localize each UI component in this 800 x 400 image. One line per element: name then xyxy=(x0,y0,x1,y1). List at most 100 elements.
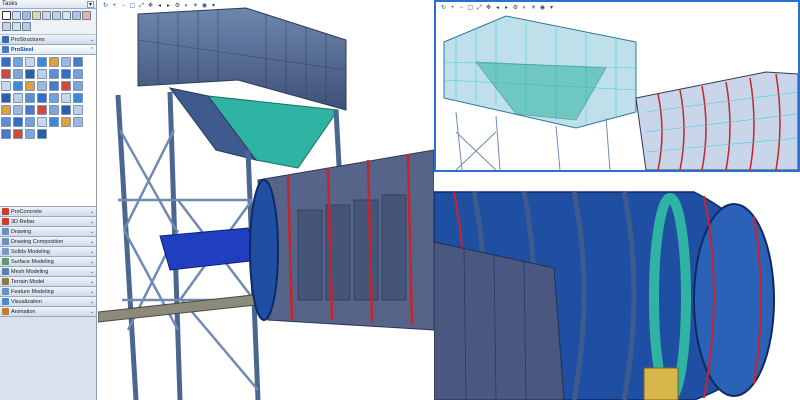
chevron-down-icon[interactable]: ⌄ xyxy=(90,289,94,295)
mark-tool-icon[interactable] xyxy=(37,129,47,139)
stair-tool-icon[interactable] xyxy=(49,57,59,67)
group-visualization[interactable]: Visualization ⌄ xyxy=(0,297,96,307)
chevron-down-icon[interactable]: ⌄ xyxy=(90,279,94,285)
chevron-down-icon[interactable]: ⌄ xyxy=(90,259,94,265)
bracing-tool-icon[interactable] xyxy=(73,93,83,103)
opening-tool-icon[interactable] xyxy=(1,81,11,91)
weld-tool-icon[interactable] xyxy=(49,105,59,115)
chevron-down-icon[interactable]: ⌄ xyxy=(90,229,94,235)
export-tool-icon[interactable] xyxy=(25,93,35,103)
chevron-down-icon[interactable]: ⌄ xyxy=(90,309,94,315)
railing-tool-icon[interactable] xyxy=(61,57,71,67)
wireframe-viewport[interactable]: ↻ + − ▢ ⤢ ✥ ◂ ▸ ⚙ ◐ ☀ ◉ ▾ xyxy=(434,0,800,172)
rail-tool-icon[interactable] xyxy=(73,81,83,91)
shape-tool-icon[interactable] xyxy=(37,69,47,79)
zoom-in-icon[interactable]: + xyxy=(449,5,456,12)
select-icon[interactable] xyxy=(2,11,11,20)
purlin-tool-icon[interactable] xyxy=(25,105,35,115)
view-next-icon[interactable]: ▸ xyxy=(503,5,510,12)
grating-tool-icon[interactable] xyxy=(13,81,23,91)
drum-model-canvas[interactable] xyxy=(434,172,800,400)
truss-tool-icon[interactable] xyxy=(73,69,83,79)
shape-tool-icon[interactable] xyxy=(73,105,83,115)
bracing-tool-icon[interactable] xyxy=(37,57,47,67)
scale-icon[interactable] xyxy=(62,11,71,20)
group-feature-modeling[interactable]: Feature Modeling ⌄ xyxy=(0,287,96,297)
chevron-down-icon[interactable]: ⌄ xyxy=(90,249,94,255)
render-icon[interactable]: ☀ xyxy=(530,5,537,12)
camera-icon[interactable]: ◉ xyxy=(201,3,208,10)
zoom-out-icon[interactable]: − xyxy=(120,3,127,10)
chevron-down-icon[interactable]: ⌄ xyxy=(90,209,94,215)
hss-tool-icon[interactable] xyxy=(49,81,59,91)
group-drawing-composition[interactable]: Drawing Composition ⌄ xyxy=(0,237,96,247)
connection-tool-icon[interactable] xyxy=(49,69,59,79)
angle-tool-icon[interactable] xyxy=(61,117,71,127)
column-tool-icon[interactable] xyxy=(49,93,59,103)
purlin-tool-icon[interactable] xyxy=(73,57,83,67)
frame-tool-icon[interactable] xyxy=(13,117,23,127)
tasks-dropdown-button[interactable]: ▾ xyxy=(87,0,94,8)
settings-icon[interactable]: ⚙ xyxy=(512,5,519,12)
cut-icon[interactable] xyxy=(22,22,31,31)
pipe-tool-icon[interactable] xyxy=(13,129,23,139)
chevron-down-icon[interactable]: ⌄ xyxy=(90,299,94,305)
rotate-icon[interactable]: ↻ xyxy=(102,3,109,10)
group-surface-modeling[interactable]: Surface Modeling ⌄ xyxy=(0,257,96,267)
chevron-up-icon[interactable]: ⌃ xyxy=(90,47,94,53)
fit-view-icon[interactable]: ⤢ xyxy=(476,5,483,12)
truss-tool-icon[interactable] xyxy=(25,117,35,127)
hss-tool-icon[interactable] xyxy=(1,129,11,139)
connection-tool-icon[interactable] xyxy=(1,117,11,127)
railing-tool-icon[interactable] xyxy=(13,105,23,115)
window-area-icon[interactable]: ▢ xyxy=(467,5,474,12)
mark-tool-icon[interactable] xyxy=(1,93,11,103)
frame-tool-icon[interactable] xyxy=(61,69,71,79)
group-prostructures[interactable]: ProStructures ⌄ xyxy=(0,35,96,45)
group-proconcrete[interactable]: ProConcrete ⌄ xyxy=(0,207,96,217)
cut-tool-icon[interactable] xyxy=(25,69,35,79)
stair-tool-icon[interactable] xyxy=(1,105,11,115)
cut-tool-icon[interactable] xyxy=(61,105,71,115)
group-prosteel[interactable]: ProSteel ⌃ xyxy=(0,45,96,55)
group-drawing[interactable]: Drawing ⌄ xyxy=(0,227,96,237)
copy-icon[interactable] xyxy=(42,11,51,20)
channel-tool-icon[interactable] xyxy=(37,81,47,91)
main-model-canvas[interactable] xyxy=(98,0,434,400)
array-icon[interactable] xyxy=(12,22,21,31)
chevron-down-icon[interactable]: ⌄ xyxy=(90,239,94,245)
settings-icon[interactable]: ⚙ xyxy=(174,3,181,10)
view-previous-icon[interactable]: ◂ xyxy=(156,3,163,10)
group-3d-rebar[interactable]: 3D Rebar ⌄ xyxy=(0,217,96,227)
grating-tool-icon[interactable] xyxy=(49,117,59,127)
wireframe-model-canvas[interactable] xyxy=(436,2,798,170)
plate-tool-icon[interactable] xyxy=(25,57,35,67)
measure-icon[interactable] xyxy=(32,11,41,20)
group-mesh-modeling[interactable]: Mesh Modeling ⌄ xyxy=(0,267,96,277)
toggle-icon[interactable]: ▾ xyxy=(210,3,217,10)
render-icon[interactable]: ☀ xyxy=(192,3,199,10)
pan-icon[interactable]: ✥ xyxy=(485,5,492,12)
display-style-icon[interactable]: ◐ xyxy=(183,3,190,10)
chevron-down-icon[interactable]: ⌄ xyxy=(90,269,94,275)
attributes-icon[interactable] xyxy=(22,11,31,20)
mirror-icon[interactable] xyxy=(2,22,11,31)
channel-tool-icon[interactable] xyxy=(73,117,83,127)
drum-3d-viewport[interactable] xyxy=(434,172,800,400)
beam-tool-icon[interactable] xyxy=(37,93,47,103)
chevron-down-icon[interactable]: ⌄ xyxy=(90,37,94,43)
list-tool-icon[interactable] xyxy=(13,93,23,103)
chevron-down-icon[interactable]: ⌄ xyxy=(90,219,94,225)
move-icon[interactable] xyxy=(52,11,61,20)
pan-icon[interactable]: ✥ xyxy=(147,3,154,10)
zoom-out-icon[interactable]: − xyxy=(458,5,465,12)
window-area-icon[interactable]: ▢ xyxy=(129,3,136,10)
column-tool-icon[interactable] xyxy=(13,57,23,67)
view-next-icon[interactable]: ▸ xyxy=(165,3,172,10)
plate-tool-icon[interactable] xyxy=(61,93,71,103)
pipe-tool-icon[interactable] xyxy=(61,81,71,91)
rail-tool-icon[interactable] xyxy=(25,129,35,139)
delete-icon[interactable] xyxy=(82,11,91,20)
rotate-icon[interactable]: ↻ xyxy=(440,5,447,12)
group-animation[interactable]: Animation ⌄ xyxy=(0,307,96,317)
